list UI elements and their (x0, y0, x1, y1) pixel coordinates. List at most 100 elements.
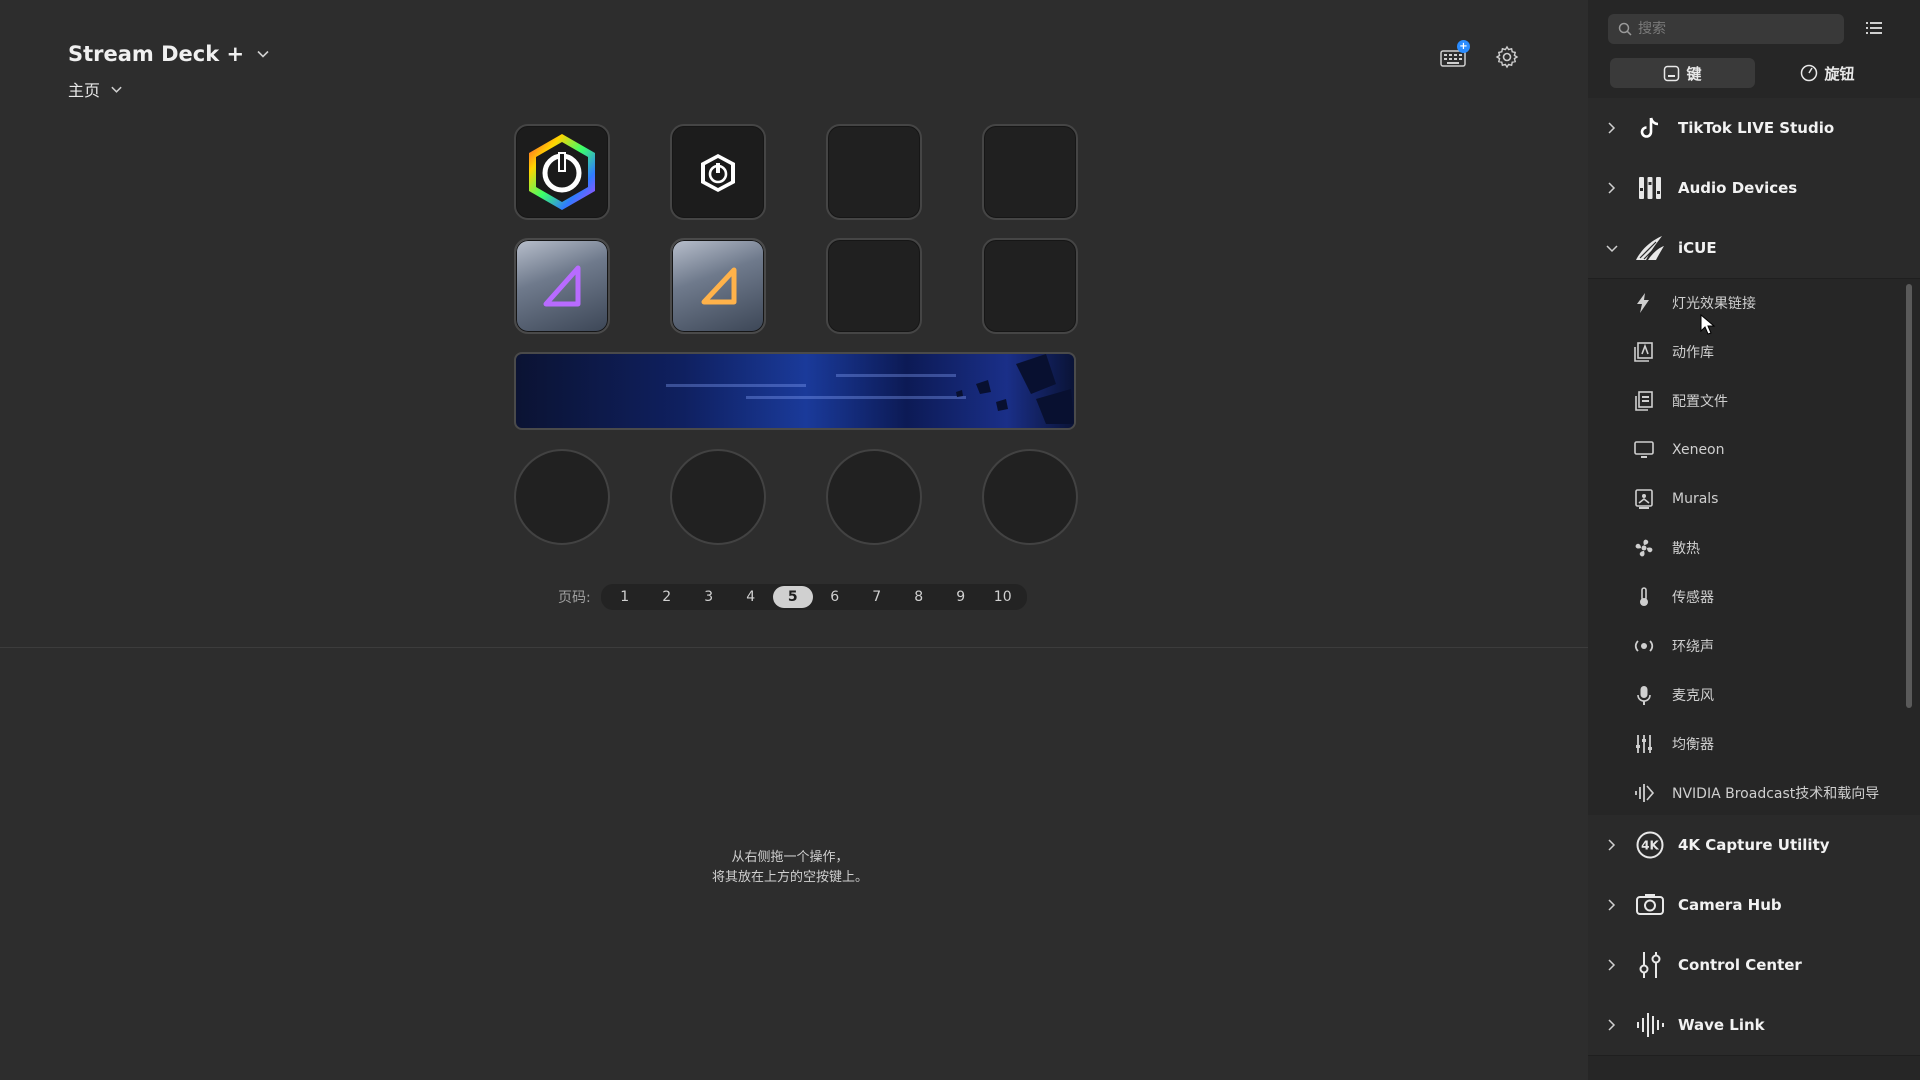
audio-devices-icon (1634, 172, 1666, 204)
action-label: NVIDIA Broadcast技术和载向导 (1672, 785, 1880, 802)
chevron-right-icon (1606, 839, 1618, 851)
mouse-cursor-icon (1700, 314, 1716, 335)
equalizer-icon (1633, 733, 1655, 755)
icue-item-11[interactable]: NVIDIA Broadcast技术和载向导 (1588, 768, 1920, 817)
top-toolbar: + (1440, 40, 1522, 72)
page-button-1[interactable]: 1 (605, 586, 645, 608)
monitor-icon (1633, 439, 1655, 461)
action-type-tabs: 键 旋钮 (1610, 58, 1900, 88)
page-button-7[interactable]: 7 (857, 586, 897, 608)
divider (0, 647, 1588, 648)
search-box[interactable] (1608, 14, 1844, 44)
search-input[interactable] (1636, 20, 1830, 38)
store-button[interactable]: + (1440, 40, 1470, 72)
action-label: 灯光效果链接 (1672, 295, 1756, 312)
set-square-orange-icon (701, 267, 737, 305)
list-view-button[interactable] (1864, 18, 1884, 42)
lightning-icon (1633, 292, 1655, 314)
category-label: TikTok LIVE Studio (1678, 119, 1835, 137)
touch-strip[interactable] (514, 352, 1076, 430)
dial-1[interactable] (514, 449, 610, 545)
device-selector[interactable]: Stream Deck + (68, 42, 270, 66)
icue-item-5[interactable]: Murals (1588, 474, 1920, 523)
key-8[interactable] (982, 238, 1078, 334)
empty-hint: 从右侧拖一个操作， 将其放在上方的空按键上。 (590, 848, 990, 888)
icue-item-1[interactable]: 灯光效果链接 (1588, 278, 1920, 327)
key-7[interactable] (826, 238, 922, 334)
set-square-purple-icon (543, 265, 581, 307)
page-button-5[interactable]: 5 (772, 586, 813, 608)
dial-3[interactable] (826, 449, 922, 545)
icue-item-2[interactable]: 动作库 (1588, 327, 1920, 376)
category-control-center[interactable]: Control Center (1588, 935, 1920, 996)
key-1[interactable] (514, 124, 610, 220)
icue-item-3[interactable]: 配置文件 (1588, 376, 1920, 425)
hint-line-1: 从右侧拖一个操作， (731, 850, 849, 865)
key-5[interactable] (514, 238, 610, 334)
icue-item-4[interactable]: Xeneon (1588, 425, 1920, 474)
pager-label: 页码: (558, 590, 591, 606)
action-label: Xeneon (1672, 441, 1725, 458)
key-3[interactable] (826, 124, 922, 220)
category-camera[interactable]: Camera Hub (1588, 875, 1920, 936)
device-name: Stream Deck + (68, 42, 245, 66)
murals-icon (1633, 488, 1655, 510)
chevron-down-icon (110, 83, 123, 96)
tab-dials[interactable]: 旋钮 (1755, 58, 1900, 88)
category-label: Wave Link (1678, 1016, 1765, 1034)
page-button-6[interactable]: 6 (815, 586, 855, 608)
actions-sidebar: 键 旋钮 TikTok LIVE Studio Audio Devices iC… (1588, 0, 1920, 1080)
page-button-10[interactable]: 10 (983, 586, 1023, 608)
tiktok-icon (1634, 112, 1666, 144)
dial-2[interactable] (670, 449, 766, 545)
action-label: 均衡器 (1672, 736, 1714, 753)
tab-keys[interactable]: 键 (1610, 58, 1755, 88)
page-button-3[interactable]: 3 (689, 586, 729, 608)
action-label: 配置文件 (1672, 393, 1728, 410)
4k-icon: 4K (1634, 829, 1666, 861)
tab-keys-label: 键 (1686, 64, 1702, 83)
category-label: Audio Devices (1678, 179, 1798, 197)
key-6[interactable] (670, 238, 766, 334)
icue-item-6[interactable]: 散热 (1588, 523, 1920, 572)
wave-icon (1634, 1009, 1666, 1041)
dial-4[interactable] (982, 449, 1078, 545)
main-area: Stream Deck + 主页 + 页码: 1 2 3 4 5 6 7 8 9… (0, 0, 1588, 1080)
category-label: Camera Hub (1678, 896, 1782, 914)
page-button-2[interactable]: 2 (647, 586, 687, 608)
category-wave[interactable]: Wave Link (1588, 995, 1920, 1056)
page-selector[interactable]: 主页 (68, 77, 123, 101)
icue-item-8[interactable]: 环绕声 (1588, 621, 1920, 670)
chevron-down-icon (1606, 243, 1618, 253)
category-4k[interactable]: 4K 4K Capture Utility (1588, 815, 1920, 876)
page-button-8[interactable]: 8 (899, 586, 939, 608)
icue-item-7[interactable]: 传感器 (1588, 572, 1920, 621)
category-icue[interactable]: iCUE (1588, 218, 1920, 279)
key-2[interactable] (670, 124, 766, 220)
chevron-right-icon (1606, 899, 1618, 911)
icue-rgb-icon (529, 134, 595, 210)
surround-icon (1633, 635, 1655, 657)
thermometer-icon (1633, 586, 1655, 608)
action-label: 环绕声 (1672, 638, 1714, 655)
key-4[interactable] (982, 124, 1078, 220)
action-label: Murals (1672, 490, 1719, 507)
control-center-icon (1634, 949, 1666, 981)
page-button-4[interactable]: 4 (731, 586, 771, 608)
camera-icon (1634, 889, 1666, 921)
action-label: 散热 (1672, 540, 1700, 557)
action-label: 麦克风 (1672, 687, 1714, 704)
category-audio-devices[interactable]: Audio Devices (1588, 158, 1920, 219)
gear-icon (1495, 45, 1519, 69)
icue-item-9[interactable]: 麦克风 (1588, 670, 1920, 719)
microphone-icon (1633, 684, 1655, 706)
dial-icon (1801, 64, 1818, 82)
page-button-9[interactable]: 9 (941, 586, 981, 608)
corsair-sails-icon (1634, 232, 1666, 264)
category-tiktok[interactable]: TikTok LIVE Studio (1588, 98, 1920, 159)
canvas-area: Stream Deck + 主页 + 页码: 1 2 3 4 5 6 7 8 9… (0, 0, 1588, 647)
svg-text:4K: 4K (1641, 839, 1659, 853)
sidebar-scrollbar[interactable] (1906, 284, 1912, 708)
settings-button[interactable] (1492, 42, 1522, 72)
icue-item-10[interactable]: 均衡器 (1588, 719, 1920, 768)
